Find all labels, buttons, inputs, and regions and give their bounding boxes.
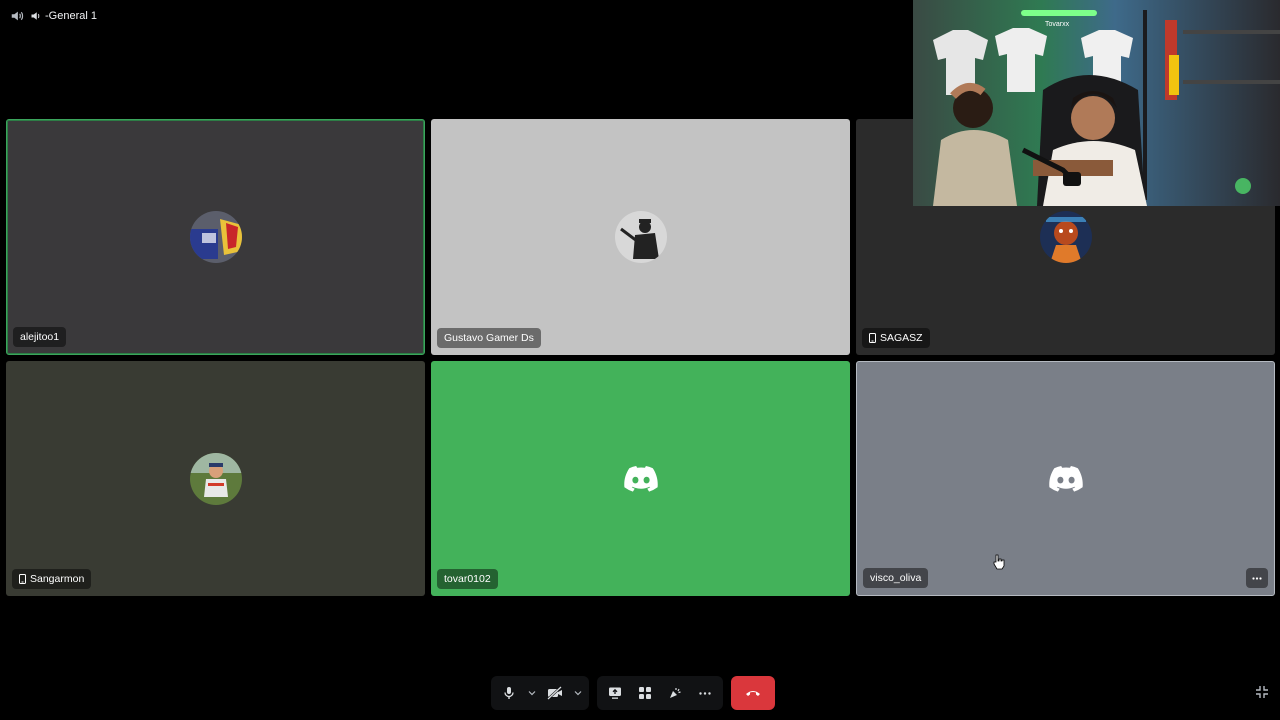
tile-more-button[interactable] bbox=[1246, 568, 1268, 588]
participant-name: tovar0102 bbox=[444, 573, 491, 585]
more-options-button[interactable] bbox=[691, 679, 719, 707]
camera-options-button[interactable] bbox=[571, 679, 585, 707]
call-header: -General 1 bbox=[10, 8, 97, 24]
neon-sign-text: Tovarxx bbox=[1045, 21, 1070, 28]
streamer-webcam-overlay: Tovarxx bbox=[913, 0, 1280, 206]
exit-fullscreen-icon[interactable] bbox=[1255, 685, 1269, 699]
participant-name: alejitoo1 bbox=[20, 331, 60, 343]
channel-title[interactable]: -General 1 bbox=[30, 10, 97, 22]
avatar bbox=[189, 211, 242, 263]
participant-tile-tovar0102[interactable]: tovar0102 bbox=[431, 361, 850, 596]
participant-name: SAGASZ bbox=[880, 332, 923, 344]
camera-button[interactable] bbox=[541, 679, 569, 707]
participant-name-tag: Sangarmon bbox=[12, 569, 92, 589]
discord-logo-icon bbox=[1048, 465, 1083, 492]
more-icon bbox=[1252, 576, 1262, 580]
call-controls bbox=[491, 676, 775, 710]
screen-share-button[interactable] bbox=[601, 679, 629, 707]
mouse-cursor-icon bbox=[993, 554, 1005, 570]
microphone-button[interactable] bbox=[495, 679, 523, 707]
soundboard-icon bbox=[670, 688, 681, 698]
microphone-icon bbox=[504, 687, 514, 699]
participant-tile-gustavo[interactable]: Gustavo Gamer Ds bbox=[431, 119, 850, 355]
participant-name: Sangarmon bbox=[30, 573, 85, 585]
screen-share-icon bbox=[609, 687, 621, 699]
activities-icon bbox=[639, 687, 651, 699]
hang-up-icon bbox=[746, 691, 760, 696]
participant-name: Gustavo Gamer Ds bbox=[444, 332, 534, 344]
discord-logo-icon bbox=[623, 465, 658, 492]
participant-tile-alejitoo1[interactable]: alejitoo1 bbox=[6, 119, 425, 355]
voice-channel-icon bbox=[31, 12, 40, 20]
participant-name-tag: visco_oliva bbox=[863, 568, 929, 588]
mobile-icon bbox=[19, 574, 26, 584]
participant-name-tag: SAGASZ bbox=[862, 328, 930, 348]
participant-tile-sangarmon[interactable]: Sangarmon bbox=[6, 361, 425, 596]
camera-off-icon bbox=[547, 686, 562, 700]
participant-tile-visco-oliva[interactable]: visco_oliva bbox=[856, 361, 1275, 596]
speaker-icon[interactable] bbox=[10, 9, 24, 23]
participant-name-tag: Gustavo Gamer Ds bbox=[437, 328, 541, 348]
chevron-down-icon bbox=[574, 691, 582, 696]
webcam-image: Tovarxx bbox=[913, 0, 1280, 206]
microphone-options-button[interactable] bbox=[525, 679, 539, 707]
participant-name: visco_oliva bbox=[870, 572, 922, 584]
avatar bbox=[1039, 211, 1092, 263]
channel-name: -General 1 bbox=[45, 10, 97, 22]
actions-controls-group bbox=[597, 676, 723, 710]
mobile-icon bbox=[869, 333, 876, 343]
media-controls-group bbox=[491, 676, 589, 710]
disconnect-button[interactable] bbox=[731, 676, 775, 710]
participant-name-tag: alejitoo1 bbox=[13, 327, 67, 347]
activities-button[interactable] bbox=[631, 679, 659, 707]
chevron-down-icon bbox=[528, 691, 536, 696]
avatar bbox=[189, 452, 242, 505]
participant-name-tag: tovar0102 bbox=[437, 569, 498, 589]
more-icon bbox=[699, 691, 711, 695]
soundboard-button[interactable] bbox=[661, 679, 689, 707]
avatar bbox=[614, 211, 667, 263]
